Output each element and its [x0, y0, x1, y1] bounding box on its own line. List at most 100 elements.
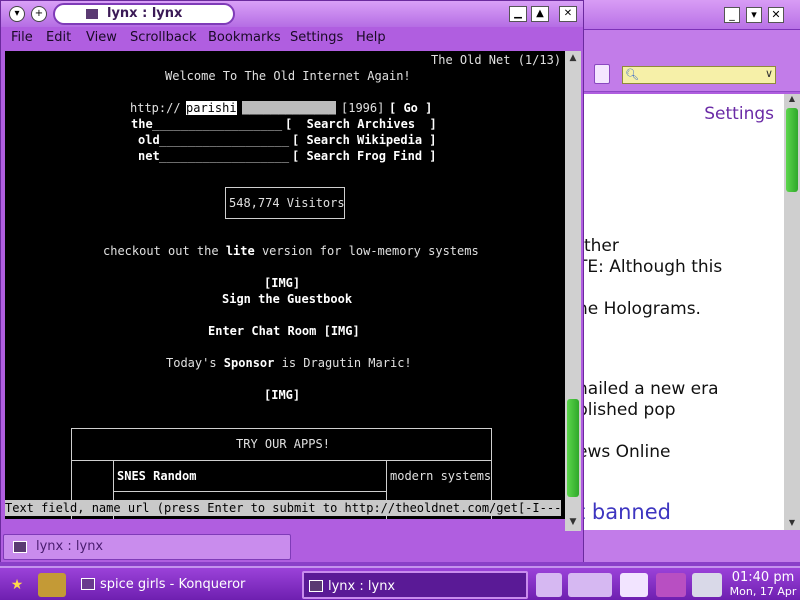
scissors-icon[interactable] — [692, 573, 722, 597]
task-label: spice girls - Konqueror — [100, 577, 246, 592]
lynx-titlebar: ▾ + lynx : lynx ▁ ▲ ✕ — [1, 1, 583, 27]
search-archives-button[interactable]: [ Search Archives ] — [285, 117, 437, 131]
search-icon: 🔍︎ — [625, 68, 639, 81]
konqueror-titlebar: _ ▾ ✕ — [580, 0, 800, 30]
menu-file[interactable]: File — [11, 30, 33, 45]
menu-edit[interactable]: Edit — [46, 30, 71, 45]
img-placeholder[interactable]: [IMG] — [264, 388, 300, 402]
document-icon[interactable] — [594, 64, 610, 84]
scroll-down-icon[interactable]: ▼ — [566, 517, 580, 529]
page-text-line: hailed a new era — [580, 379, 719, 399]
desktop-pager-icon[interactable] — [536, 573, 562, 597]
sponsor-text-end: is Dragutin Maric! — [274, 356, 412, 370]
konqueror-window: _ ▾ ✕ 🔍︎ ∨ Settings rther TE: Although t… — [580, 0, 800, 562]
network-icon[interactable] — [656, 573, 686, 597]
sticky-button[interactable]: + — [31, 6, 47, 22]
menu-settings[interactable]: Settings — [290, 30, 343, 45]
terminal-area[interactable]: The Old Net (1/13) Welcome To The Old In… — [5, 51, 565, 519]
scroll-down-icon[interactable]: ▼ — [785, 518, 799, 530]
search-label-the: the — [131, 117, 153, 131]
close-button[interactable]: ✕ — [559, 6, 577, 22]
start-menu-icon[interactable]: ★ — [2, 572, 32, 598]
apps-heading: TRY OUR APPS! — [236, 437, 330, 451]
scrollbar-thumb[interactable] — [786, 108, 798, 192]
lite-link[interactable]: lite — [226, 244, 255, 258]
scrollbar-thumb[interactable] — [567, 399, 579, 497]
page-text-line: ews Online — [580, 442, 671, 462]
close-button[interactable]: ✕ — [768, 7, 784, 23]
menu-view[interactable]: View — [86, 30, 117, 45]
search-frog-find-button[interactable]: [ Search Frog Find ] — [292, 149, 437, 163]
terminal-icon — [309, 580, 323, 592]
terminal-scrollbar[interactable]: ▲ ▼ — [565, 51, 581, 531]
clipboard-icon[interactable] — [620, 573, 648, 597]
terminal-icon — [85, 8, 99, 20]
guestbook-link[interactable]: Sign the Guestbook — [222, 292, 352, 306]
page-text-line: he Holograms. — [580, 299, 701, 319]
app-side-text: modern systems — [390, 469, 492, 483]
clock[interactable]: 01:40 pm Mon, 17 Apr — [726, 570, 800, 598]
task-lynx[interactable]: lynx : lynx — [302, 571, 528, 599]
menu-bookmarks[interactable]: Bookmarks — [208, 30, 281, 45]
url-prefix: http:// — [130, 101, 181, 115]
app-link[interactable]: SNES Random — [117, 469, 196, 483]
konqueror-icon — [81, 578, 95, 590]
search-field-old[interactable]: __________________ — [159, 133, 289, 147]
search-field-net[interactable]: __________________ — [159, 149, 289, 163]
menubar: File Edit View Scrollback Bookmarks Sett… — [1, 27, 583, 49]
konqueror-menubar — [580, 30, 800, 56]
chat-room-link[interactable]: Enter Chat Room [IMG] — [208, 324, 360, 338]
maximize-button[interactable]: ▾ — [746, 7, 762, 23]
konqueror-statusbar — [580, 530, 800, 562]
menu-help[interactable]: Help — [356, 30, 386, 45]
checkout-text: checkout out the — [103, 244, 226, 258]
page-heading-link[interactable]: t banned — [583, 500, 671, 524]
img-placeholder[interactable]: [IMG] — [264, 276, 300, 290]
lynx-status-line: Text field, name url (press Enter to sub… — [5, 500, 561, 516]
settings-link[interactable]: Settings — [704, 104, 774, 124]
page-text-line: TE: Although this — [580, 257, 723, 277]
page-text-line: blished pop — [580, 400, 676, 420]
sponsor-link[interactable]: Sponsor — [224, 356, 275, 370]
desktop-pager-icon[interactable] — [568, 573, 612, 597]
sponsor-line: Today's Sponsor is Dragutin Maric! — [166, 356, 412, 370]
minimize-button[interactable]: ▁ — [509, 6, 527, 22]
window-menu-button[interactable]: ▾ — [9, 6, 25, 22]
window-title: lynx : lynx — [107, 6, 183, 21]
search-wikipedia-button[interactable]: [ Search Wikipedia ] — [292, 133, 437, 147]
scroll-up-icon[interactable]: ▲ — [785, 94, 799, 106]
search-label-net: net — [138, 149, 160, 163]
checkout-text-end: version for low-memory systems — [254, 244, 479, 258]
clock-time: 01:40 pm — [731, 570, 795, 585]
task-konqueror[interactable]: spice girls - Konqueror — [76, 571, 298, 599]
chevron-down-icon[interactable]: ∨ — [765, 67, 773, 80]
tab-lynx[interactable]: lynx : lynx — [3, 534, 291, 560]
tab-label: lynx : lynx — [36, 539, 104, 554]
lynx-window: ▾ + lynx : lynx ▁ ▲ ✕ File Edit View Scr… — [0, 0, 584, 562]
welcome-heading: Welcome To The Old Internet Again! — [165, 69, 411, 83]
visitor-counter: 548,774 Visitors — [229, 196, 345, 210]
url-input-blank[interactable]: _____________ — [242, 101, 336, 115]
clock-date: Mon, 17 Apr — [729, 585, 797, 598]
checkout-line: checkout out the lite version for low-me… — [103, 244, 479, 258]
desktop: _ ▾ ✕ 🔍︎ ∨ Settings rther TE: Although t… — [0, 0, 800, 600]
menu-scrollback[interactable]: Scrollback — [130, 30, 197, 45]
year-label: [1996] — [341, 101, 385, 115]
maximize-button[interactable]: ▲ — [531, 6, 549, 22]
task-label: lynx : lynx — [328, 579, 396, 594]
search-label-old: old — [138, 133, 160, 147]
minimize-button[interactable]: _ — [724, 7, 740, 23]
page-title: The Old Net (1/13) — [431, 53, 562, 67]
terminal-icon — [13, 541, 27, 553]
search-field-the[interactable]: __________________ — [152, 117, 282, 131]
home-folder-icon[interactable] — [38, 573, 66, 597]
konsole-tabbar: lynx : lynx — [1, 531, 583, 562]
url-input[interactable]: parishi — [186, 101, 237, 115]
scroll-up-icon[interactable]: ▲ — [566, 53, 580, 65]
konqueror-scrollbar[interactable]: ▲ ▼ — [784, 94, 800, 530]
page-text-line: rther — [580, 236, 619, 256]
sponsor-text: Today's — [166, 356, 224, 370]
go-button[interactable]: [ Go ] — [389, 101, 432, 115]
taskbar: ★ spice girls - Konqueror lynx : lynx 01… — [0, 566, 800, 600]
location-combo[interactable]: 🔍︎ ∨ — [622, 66, 776, 84]
